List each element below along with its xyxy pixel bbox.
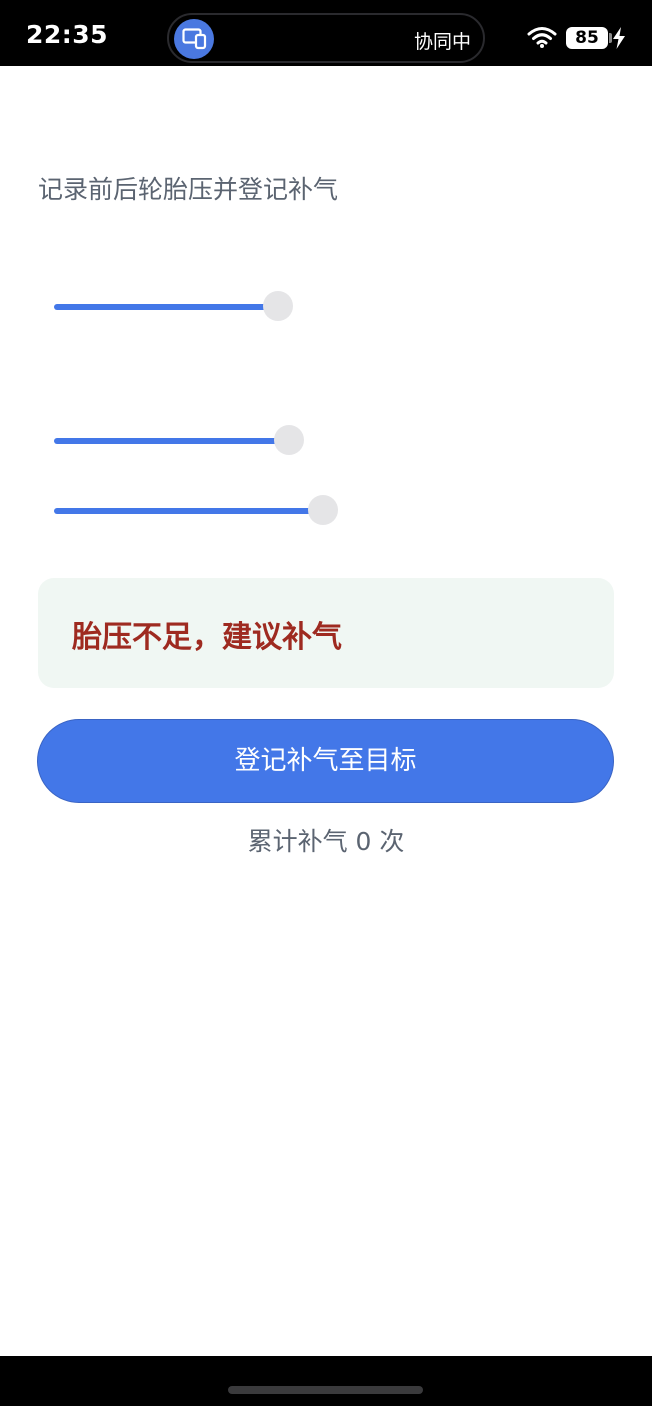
rear-tire-slider-fill	[54, 438, 289, 444]
app-content: 记录前后轮胎压并登记补气 胎压不足，建议补气 登记补气至目标 累计补气 0 次	[0, 66, 652, 1356]
status-bar: 22:35 协同中 85	[0, 0, 652, 66]
screen-share-icon	[174, 19, 214, 59]
front-tire-slider[interactable]	[54, 290, 614, 324]
pressure-alert-message: 胎压不足，建议补气	[72, 620, 342, 655]
phone-screen: 22:35 协同中 85 记录前后轮胎压并登记补气 胎压不足，建议补气 登记补气…	[0, 0, 652, 1406]
dynamic-island[interactable]: 协同中	[167, 13, 485, 63]
target-pressure-slider-thumb[interactable]	[308, 495, 338, 525]
target-pressure-slider-fill	[54, 508, 323, 514]
collab-status-label: 协同中	[413, 31, 471, 53]
inflation-count: 累计补气 0 次	[247, 827, 405, 856]
register-inflation-button[interactable]: 登记补气至目标	[37, 719, 614, 803]
front-tire-slider-fill	[54, 304, 278, 310]
page-subtitle: 记录前后轮胎压并登记补气	[38, 175, 339, 204]
wifi-icon	[527, 26, 557, 52]
battery-icon: 85	[566, 27, 608, 49]
target-pressure-slider[interactable]	[54, 494, 614, 528]
rear-tire-slider-thumb[interactable]	[274, 425, 304, 455]
home-indicator[interactable]	[228, 1386, 423, 1394]
pressure-alert-card: 胎压不足，建议补气	[38, 578, 614, 688]
front-tire-slider-thumb[interactable]	[263, 291, 293, 321]
home-bar	[0, 1356, 652, 1406]
charging-icon	[612, 27, 626, 53]
status-time: 22:35	[26, 20, 109, 49]
rear-tire-slider[interactable]	[54, 424, 614, 458]
